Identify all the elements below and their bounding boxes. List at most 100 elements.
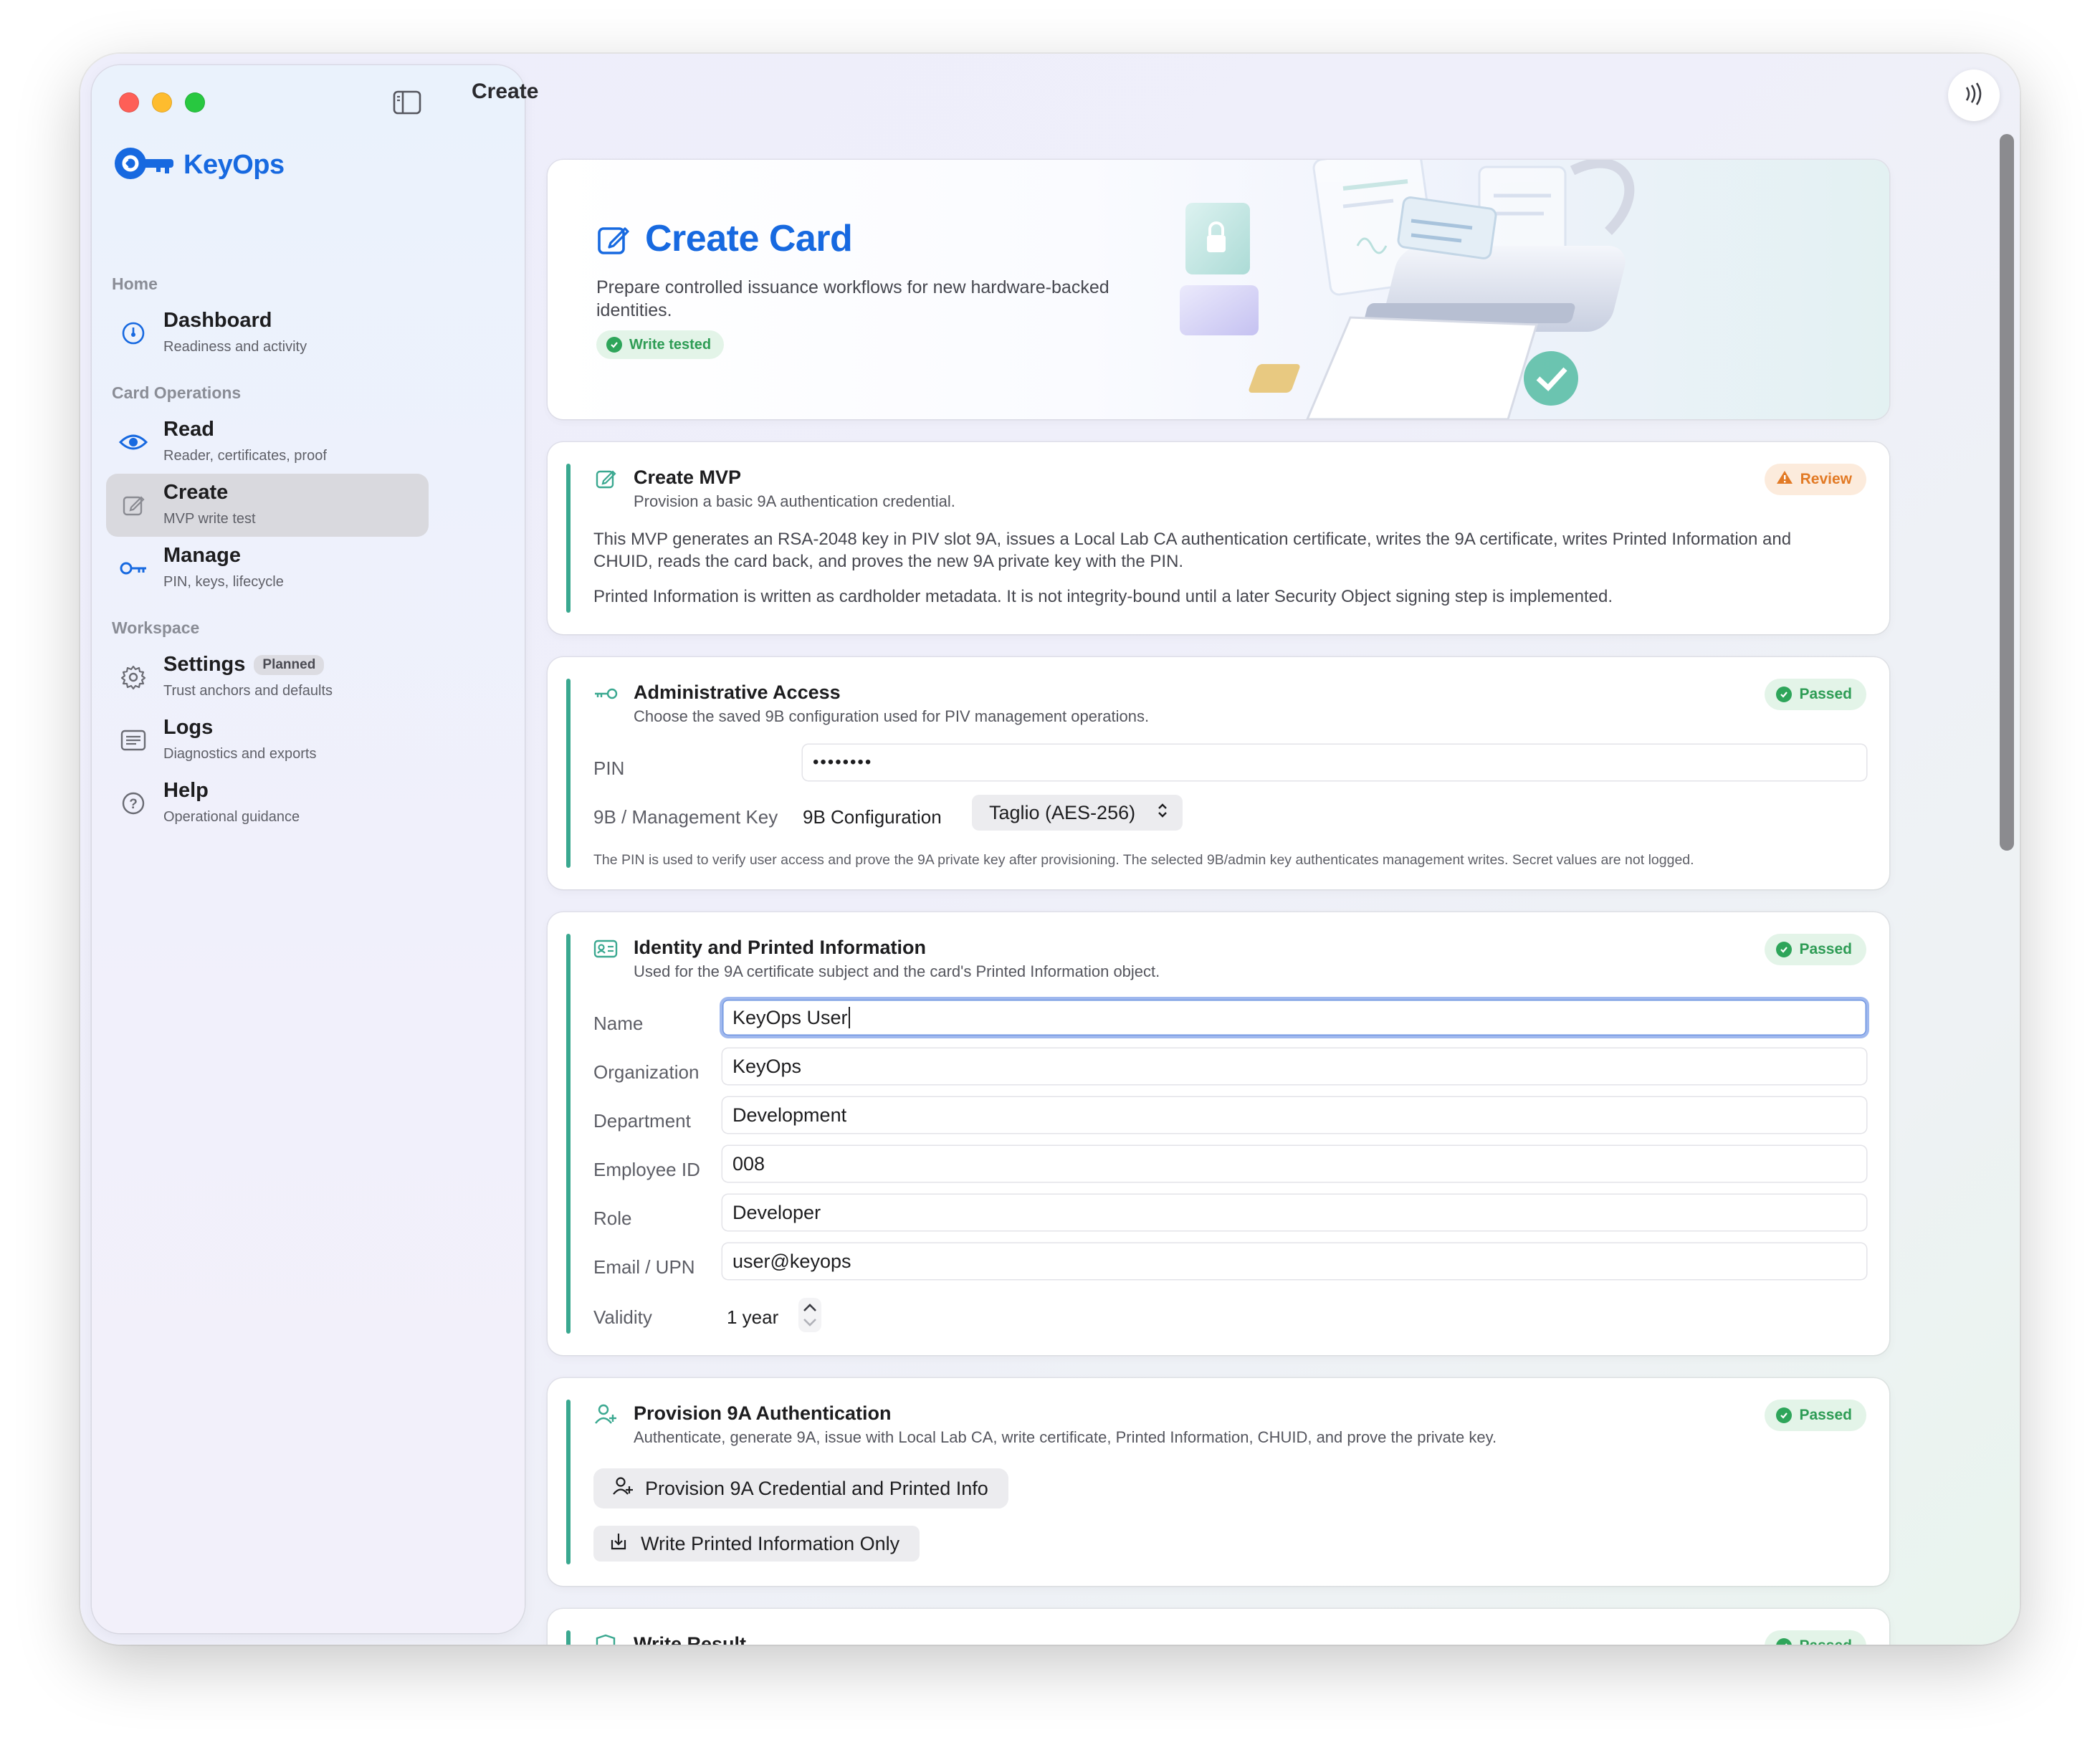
department-label: Department: [593, 1110, 691, 1132]
write-tested-label: Write tested: [629, 336, 712, 353]
check-circle-icon: [1776, 1407, 1793, 1423]
card-title: Identity and Printed Information: [634, 937, 927, 958]
provision-credential-button[interactable]: Provision 9A Credential and Printed Info: [593, 1468, 1008, 1508]
create-mvp-card: Create MVP Provision a basic 9A authenti…: [548, 442, 1889, 634]
mvp-note: Printed Information is written as cardho…: [593, 587, 1613, 606]
pin-field[interactable]: ••••••••: [803, 745, 1866, 780]
provision-card: Provision 9A Authentication Authenticate…: [548, 1378, 1889, 1586]
passed-status-badge: Passed: [1765, 934, 1866, 965]
status-label: Passed: [1799, 941, 1852, 957]
sidebar-item-subtitle: Trust anchors and defaults: [163, 683, 333, 699]
card-accent-bar: [566, 934, 571, 1334]
card-accent-bar: [566, 1400, 571, 1564]
card-accent-bar: [566, 464, 571, 613]
validity-stepper[interactable]: [797, 1296, 823, 1334]
identity-card: Identity and Printed Information Used fo…: [548, 912, 1889, 1355]
employee-id-field[interactable]: 008: [722, 1146, 1866, 1182]
edit-square-icon: [596, 223, 631, 261]
check-circle-icon: [606, 337, 622, 353]
warning-icon: [1776, 469, 1793, 489]
eye-icon: [119, 428, 148, 456]
download-tray-icon: [609, 1531, 628, 1557]
validity-label: Validity: [593, 1306, 652, 1328]
zoom-window-button[interactable]: [185, 92, 205, 113]
name-field[interactable]: KeyOps User: [722, 1000, 1866, 1036]
admin-access-card: Administrative Access Choose the saved 9…: [548, 657, 1889, 889]
id-card-icon: [593, 937, 618, 961]
text-caret: [848, 1007, 850, 1028]
pin-label: PIN: [593, 757, 625, 779]
write-printed-info-label: Write Printed Information Only: [641, 1532, 900, 1554]
sidebar-item-dashboard[interactable]: Dashboard Readiness and activity: [106, 302, 429, 365]
brand-name: KeyOps: [183, 150, 285, 180]
nfc-button[interactable]: [1948, 70, 2000, 121]
check-circle-icon: [1776, 942, 1793, 957]
key-icon: [593, 682, 618, 706]
employee-id-label: Employee ID: [593, 1159, 700, 1180]
sidebar-item-subtitle: Diagnostics and exports: [163, 746, 317, 762]
mvp-description: This MVP generates an RSA-2048 key in PI…: [593, 530, 1792, 571]
sidebar-item-read[interactable]: Read Reader, certificates, proof: [106, 411, 429, 474]
provision-credential-label: Provision 9A Credential and Printed Info: [645, 1477, 988, 1499]
gear-icon: [119, 663, 148, 692]
scrollbar-thumb[interactable]: [2000, 134, 2014, 851]
sidebar-toggle-icon[interactable]: [393, 90, 421, 115]
card-subtitle: Provision a basic 9A authentication cred…: [634, 492, 955, 510]
minimize-window-button[interactable]: [152, 92, 172, 113]
hero-banner: Create Card Prepare controlled issuance …: [548, 160, 1889, 419]
sidebar: KeyOps Home Dashboard Readiness and acti…: [92, 65, 525, 1633]
name-label: Name: [593, 1013, 644, 1034]
sidebar-item-subtitle: Operational guidance: [163, 809, 300, 825]
sidebar-item-subtitle: MVP write test: [163, 511, 256, 527]
role-field[interactable]: Developer: [722, 1195, 1866, 1230]
contactless-icon: [1962, 82, 1985, 110]
card-reader-illustration: [1180, 160, 1635, 419]
close-window-button[interactable]: [119, 92, 139, 113]
validity-value: 1 year: [727, 1306, 779, 1328]
sidebar-item-manage[interactable]: Manage PIN, keys, lifecycle: [106, 537, 429, 600]
edit-square-icon: [119, 491, 148, 520]
config-label: 9B Configuration: [803, 806, 942, 828]
card-title: Provision 9A Authentication: [634, 1402, 892, 1424]
question-icon: ?: [119, 789, 148, 818]
sidebar-item-settings[interactable]: Settings Planned Trust anchors and defaul…: [106, 646, 429, 709]
write-result-card: Write Result Passed: [548, 1609, 1889, 1645]
section-home: Home: [112, 274, 158, 293]
admin-note: The PIN is used to verify user access an…: [593, 852, 1694, 868]
list-icon: [119, 726, 148, 755]
settings-title: Settings: [163, 653, 246, 676]
svg-text:?: ?: [129, 797, 138, 812]
management-config-select[interactable]: Taglio (AES-256): [972, 795, 1183, 831]
status-label: Passed: [1799, 1637, 1852, 1645]
review-status-badge: Review: [1764, 464, 1866, 495]
card-title: Write Result: [634, 1633, 747, 1645]
sidebar-item-title: Manage: [163, 544, 241, 567]
write-tested-badge: Write tested: [596, 330, 725, 359]
section-card-operations: Card Operations: [112, 383, 242, 402]
sidebar-item-title: Logs: [163, 716, 214, 739]
write-printed-info-button[interactable]: Write Printed Information Only: [593, 1526, 920, 1562]
organization-field[interactable]: KeyOps: [722, 1048, 1866, 1084]
sidebar-item-create[interactable]: Create MVP write test: [106, 474, 429, 537]
app-window: KeyOps Home Dashboard Readiness and acti…: [80, 54, 2020, 1645]
section-workspace: Workspace: [112, 618, 200, 637]
person-add-icon: [612, 1476, 634, 1501]
department-field[interactable]: Development: [722, 1097, 1866, 1133]
email-field[interactable]: user@keyops: [722, 1243, 1866, 1279]
sidebar-item-logs[interactable]: Logs Diagnostics and exports: [106, 709, 429, 772]
key-logo-icon: [113, 145, 175, 185]
sidebar-item-subtitle: PIN, keys, lifecycle: [163, 574, 284, 590]
status-label: Review: [1800, 471, 1852, 487]
status-label: Passed: [1799, 686, 1852, 702]
sidebar-item-title: Create: [163, 481, 229, 504]
config-select-value: Taglio (AES-256): [989, 801, 1136, 823]
sidebar-item-title: Settings Planned: [163, 653, 325, 676]
email-label: Email / UPN: [593, 1256, 695, 1278]
sidebar-item-help[interactable]: ? Help Operational guidance: [106, 772, 429, 835]
person-badge-icon: [593, 1402, 618, 1427]
sidebar-item-title: Read: [163, 418, 214, 441]
status-label: Passed: [1799, 1407, 1852, 1423]
card-accent-bar: [566, 1630, 571, 1645]
card-title: Create MVP: [634, 467, 742, 488]
sidebar-item-title: Help: [163, 779, 209, 802]
